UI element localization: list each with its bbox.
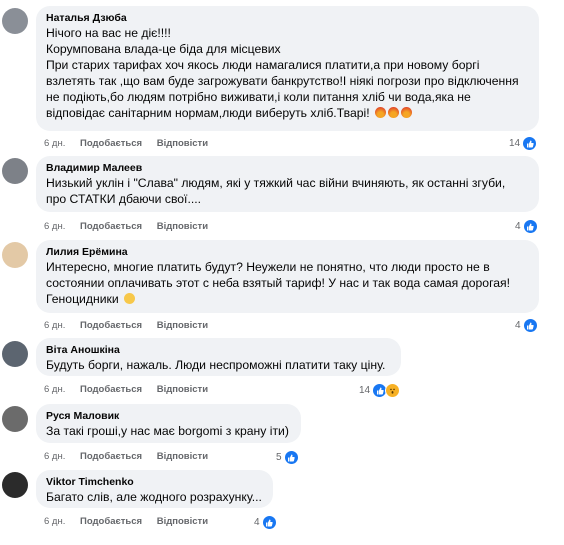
reaction-count[interactable]: 4 xyxy=(515,219,538,234)
comment-time[interactable]: 6 дн. xyxy=(44,451,65,462)
reaction-count[interactable]: 5 xyxy=(276,450,299,465)
comment-text-content: Интересно, многие платить будут? Неужели… xyxy=(46,260,511,306)
like-button[interactable]: Подобається xyxy=(80,451,142,462)
comment-time[interactable]: 6 дн. xyxy=(44,138,65,149)
comment-actions: 6 дн. Подобається Відповісти xyxy=(44,320,220,332)
like-icon xyxy=(261,515,277,530)
like-button[interactable]: Подобається xyxy=(80,138,142,149)
angry-emoji-icon xyxy=(387,107,399,118)
comment-bubble: Віта Аношкіна Будуть борги, нажаль. Люди… xyxy=(36,338,401,376)
reply-button[interactable]: Відповісти xyxy=(157,516,208,527)
comment-bubble: Viktor Timchenko Багато слів, але жодног… xyxy=(36,470,273,508)
reaction-count-number: 4 xyxy=(254,516,260,528)
like-button[interactable]: Подобається xyxy=(80,516,142,527)
reaction-count-number: 14 xyxy=(359,384,371,396)
reaction-count[interactable]: 14 xyxy=(509,136,538,151)
reaction-count-number: 4 xyxy=(515,319,521,331)
reaction-count[interactable]: 4 xyxy=(254,515,277,530)
sad-emoji-icon xyxy=(124,293,136,304)
reply-button[interactable]: Відповісти xyxy=(157,221,208,232)
comment-text: Низький уклін і "Слава" людям, які у тяж… xyxy=(46,176,506,206)
comment-author[interactable]: Наталья Дзюба xyxy=(46,12,529,25)
avatar[interactable] xyxy=(2,8,28,34)
comment-time[interactable]: 6 дн. xyxy=(44,516,65,527)
comment-text: Интересно, многие платить будут? Неужели… xyxy=(46,259,529,307)
like-icon xyxy=(283,450,299,465)
angry-emoji-icon xyxy=(400,107,412,118)
like-button[interactable]: Подобається xyxy=(80,320,142,331)
avatar[interactable] xyxy=(2,158,28,184)
reply-button[interactable]: Відповісти xyxy=(157,320,208,331)
comment-bubble: Лилия Ерёмина Интересно, многие платить … xyxy=(36,240,539,313)
comment-text: Будуть борги, нажаль. Люди неспроможні п… xyxy=(46,358,386,372)
avatar[interactable] xyxy=(2,472,28,498)
reaction-count-number: 5 xyxy=(276,451,282,463)
reply-button[interactable]: Відповісти xyxy=(157,384,208,395)
comment-author[interactable]: Viktor Timchenko xyxy=(46,476,263,489)
comment-author[interactable]: Віта Аношкіна xyxy=(46,344,391,357)
comment-text-content: Нічого на вас не діє!!!! Корумпована вла… xyxy=(46,26,519,120)
like-button[interactable]: Подобається xyxy=(80,384,142,395)
comment-actions: 6 дн. Подобається Відповісти xyxy=(44,451,220,463)
avatar[interactable] xyxy=(2,341,28,367)
reply-button[interactable]: Відповісти xyxy=(157,138,208,149)
comment-bubble: Руся Маловик За такі гроші,у нас має bor… xyxy=(36,404,301,443)
like-icon xyxy=(522,219,538,234)
reply-button[interactable]: Відповісти xyxy=(157,451,208,462)
comment-actions: 6 дн. Подобається Відповісти xyxy=(44,384,220,396)
like-icon xyxy=(522,318,538,333)
comment-bubble: Владимир Малеев Низький уклін і "Слава" … xyxy=(36,156,539,212)
comment-text: Нічого на вас не діє!!!! Корумпована вла… xyxy=(46,25,529,121)
avatar[interactable] xyxy=(2,242,28,268)
wow-icon xyxy=(385,383,401,398)
angry-emoji-icon xyxy=(374,107,386,118)
comment-text: За такі гроші,у нас має borgomi з крану … xyxy=(46,424,289,438)
comment-author[interactable]: Владимир Малеев xyxy=(46,162,529,175)
avatar[interactable] xyxy=(2,406,28,432)
like-button[interactable]: Подобається xyxy=(80,221,142,232)
reaction-count[interactable]: 4 xyxy=(515,318,538,333)
comment-actions: 6 дн. Подобається Відповісти xyxy=(44,138,220,150)
reaction-count-number: 14 xyxy=(509,137,521,149)
comment-author[interactable]: Лилия Ерёмина xyxy=(46,246,529,259)
like-icon xyxy=(522,136,538,151)
comment-time[interactable]: 6 дн. xyxy=(44,221,65,232)
reaction-count[interactable]: 14 xyxy=(359,383,401,398)
comment-actions: 6 дн. Подобається Відповісти xyxy=(44,221,220,233)
comment-author[interactable]: Руся Маловик xyxy=(46,410,291,423)
comment-bubble: Наталья Дзюба Нічого на вас не діє!!!! К… xyxy=(36,6,539,131)
reaction-count-number: 4 xyxy=(515,220,521,232)
comment-text: Багато слів, але жодного розрахунку... xyxy=(46,490,262,504)
comment-actions: 6 дн. Подобається Відповісти xyxy=(44,516,220,528)
comment-time[interactable]: 6 дн. xyxy=(44,320,65,331)
comment-time[interactable]: 6 дн. xyxy=(44,384,65,395)
